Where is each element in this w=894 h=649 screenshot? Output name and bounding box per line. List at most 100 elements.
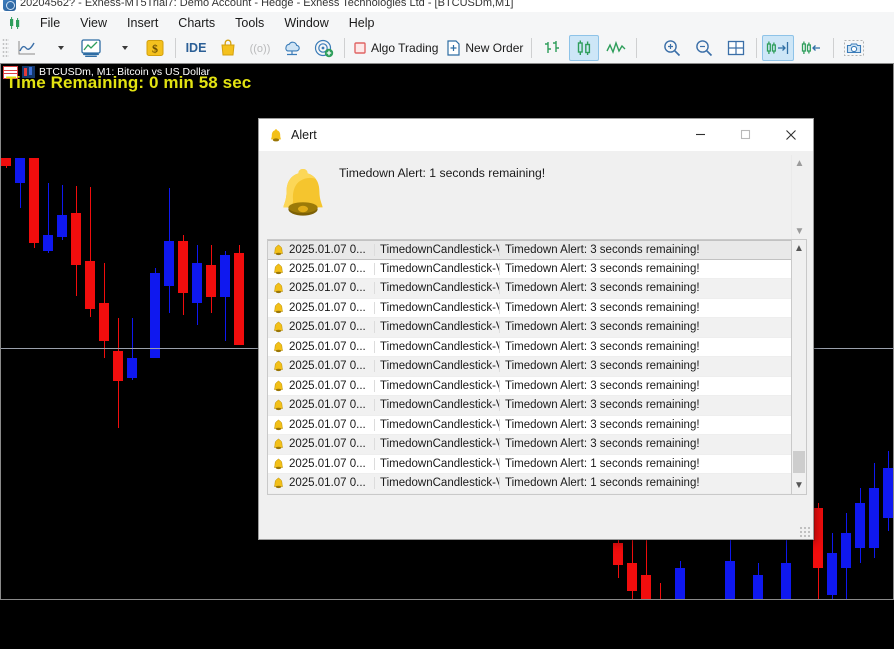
shift-end-button[interactable] <box>762 35 795 61</box>
close-icon <box>785 129 796 140</box>
autoscroll-button[interactable] <box>796 35 828 61</box>
alert-dialog[interactable]: Alert Timedown Alert: 1 seconds remainin… <box>258 118 814 540</box>
menu-item-view[interactable]: View <box>70 14 117 32</box>
zoom-in-button[interactable] <box>657 35 687 61</box>
scrollbar-thumb[interactable] <box>793 451 805 473</box>
new-order-button[interactable]: New Order <box>443 35 526 61</box>
alert-row-source: TimedownCandlestick-V... <box>375 379 500 392</box>
signals-button[interactable]: ((o)) <box>245 35 275 61</box>
menu-item-tools[interactable]: Tools <box>225 14 274 32</box>
alert-row-message: Timedown Alert: 3 seconds remaining! <box>505 321 700 334</box>
candle-body <box>206 265 216 297</box>
alert-history-list[interactable]: 2025.01.07 0... TimedownCandlestick-V... T… <box>267 239 791 495</box>
candle-bullish <box>43 63 53 600</box>
alert-row-message: Timedown Alert: 3 seconds remaining! <box>505 262 700 275</box>
alert-row-message: Timedown Alert: 3 seconds remaining! <box>505 418 700 431</box>
candle-body <box>85 261 95 309</box>
candle-body <box>813 508 823 568</box>
candle-bullish <box>883 63 893 600</box>
chevron-down-icon[interactable]: ▼ <box>795 227 805 237</box>
new-chart-button[interactable] <box>12 35 42 61</box>
vps-button[interactable] <box>277 35 307 61</box>
window-titlebar: 20204562? - Exness-MT5Trial7: Demo Accou… <box>0 0 894 12</box>
window-title: 20204562? - Exness-MT5Trial7: Demo Accou… <box>20 0 514 9</box>
candle-bullish <box>220 63 230 600</box>
candle-bearish <box>234 63 244 600</box>
alert-row[interactable]: 2025.01.07 0... TimedownCandlestick-V... T… <box>268 240 791 260</box>
alert-row-time: 2025.01.07 0... <box>268 457 375 470</box>
alert-row-message: Timedown Alert: 3 seconds remaining! <box>505 301 700 314</box>
menu-item-charts[interactable]: Charts <box>168 14 225 32</box>
menu-item-window[interactable]: Window <box>274 14 338 32</box>
candle-body <box>150 273 160 358</box>
alert-row[interactable]: 2025.01.07 0... TimedownCandlestick-V... T… <box>268 435 791 455</box>
signals-icon: ((o)) <box>250 43 271 55</box>
menu-item-insert[interactable]: Insert <box>117 14 168 32</box>
alert-row[interactable]: 2025.01.07 0... TimedownCandlestick-V... T… <box>268 396 791 416</box>
bell-icon <box>273 419 284 431</box>
scroll-down-button[interactable]: ▼ <box>792 477 806 494</box>
alert-row[interactable]: 2025.01.07 0... TimedownCandlestick-V... T… <box>268 259 791 279</box>
grid-button[interactable] <box>721 35 751 61</box>
alert-row[interactable]: 2025.01.07 0... TimedownCandlestick-V... T… <box>268 474 791 494</box>
alert-row[interactable]: 2025.01.07 0... TimedownCandlestick-V... T… <box>268 318 791 338</box>
new-chart-dropdown[interactable] <box>44 35 74 61</box>
minimize-button[interactable] <box>678 119 723 150</box>
candlestick-chart-button[interactable] <box>569 35 600 61</box>
alert-row-message: Timedown Alert: 3 seconds remaining! <box>505 438 700 451</box>
menu-item-file[interactable]: File <box>30 14 70 32</box>
maximize-button[interactable] <box>723 119 768 150</box>
menu-item-help[interactable]: Help <box>339 14 385 32</box>
alert-row[interactable]: 2025.01.07 0... TimedownCandlestick-V... T… <box>268 454 791 474</box>
alert-dialog-titlebar[interactable]: Alert <box>259 119 813 151</box>
screenshot-button[interactable] <box>839 35 869 61</box>
templates-dropdown[interactable] <box>108 35 138 61</box>
bell-icon <box>273 341 284 353</box>
toolbar-separator <box>344 38 345 58</box>
alert-row[interactable]: 2025.01.07 0... TimedownCandlestick-V... T… <box>268 298 791 318</box>
chevron-up-icon[interactable]: ▲ <box>795 159 805 169</box>
ide-button[interactable]: IDE <box>181 35 211 61</box>
alert-row[interactable]: 2025.01.07 0... TimedownCandlestick-V... T… <box>268 376 791 396</box>
resize-grip[interactable] <box>799 526 810 537</box>
candle-bearish <box>178 63 188 600</box>
minimize-icon <box>696 133 705 136</box>
scroll-up-button[interactable]: ▲ <box>792 240 806 257</box>
alert-row-message: Timedown Alert: 3 seconds remaining! <box>505 360 700 373</box>
toolbar-separator <box>756 38 758 58</box>
candle-bearish <box>85 63 95 600</box>
toolbar-grip[interactable] <box>2 38 9 58</box>
bar-chart-button[interactable] <box>537 35 567 61</box>
copy-signal-button[interactable] <box>309 35 339 61</box>
candle-body <box>883 468 893 518</box>
alert-row[interactable]: 2025.01.07 0... TimedownCandlestick-V... T… <box>268 279 791 299</box>
templates-button[interactable] <box>76 35 106 61</box>
candle-bullish <box>164 63 174 600</box>
candle-body <box>841 533 851 568</box>
chart-shift-icon <box>767 41 789 54</box>
market-button[interactable] <box>213 35 243 61</box>
alert-row[interactable]: 2025.01.07 0... TimedownCandlestick-V... T… <box>268 337 791 357</box>
window-controls <box>678 119 813 150</box>
algo-trading-button[interactable]: Algo Trading <box>350 35 441 61</box>
algo-trading-icon <box>354 42 366 54</box>
scrollbar-track[interactable] <box>792 257 806 477</box>
alert-row[interactable]: 2025.01.07 0... TimedownCandlestick-V... T… <box>268 415 791 435</box>
shopping-bag-icon <box>221 39 235 56</box>
toolbar-separator <box>833 38 835 58</box>
line-chart-button[interactable] <box>601 35 631 61</box>
zoom-out-button[interactable] <box>689 35 719 61</box>
main-toolbar: $ IDE ((o)) Algo Trading New Order <box>0 33 894 64</box>
grid-icon <box>728 40 745 56</box>
currency-button[interactable]: $ <box>140 35 170 61</box>
alert-row-source: TimedownCandlestick-V... <box>375 418 500 431</box>
message-scrollbar[interactable]: ▲ ▼ <box>791 155 807 241</box>
template-chart-icon <box>81 39 101 57</box>
alert-list-scrollbar[interactable]: ▲ ▼ <box>791 239 807 495</box>
dollar-icon: $ <box>146 40 164 56</box>
bell-icon <box>273 244 284 256</box>
close-button[interactable] <box>768 119 813 150</box>
alert-row[interactable]: 2025.01.07 0... TimedownCandlestick-V... T… <box>268 357 791 377</box>
zoom-out-icon <box>696 40 713 57</box>
alert-row-message: Timedown Alert: 1 seconds remaining! <box>505 457 700 470</box>
